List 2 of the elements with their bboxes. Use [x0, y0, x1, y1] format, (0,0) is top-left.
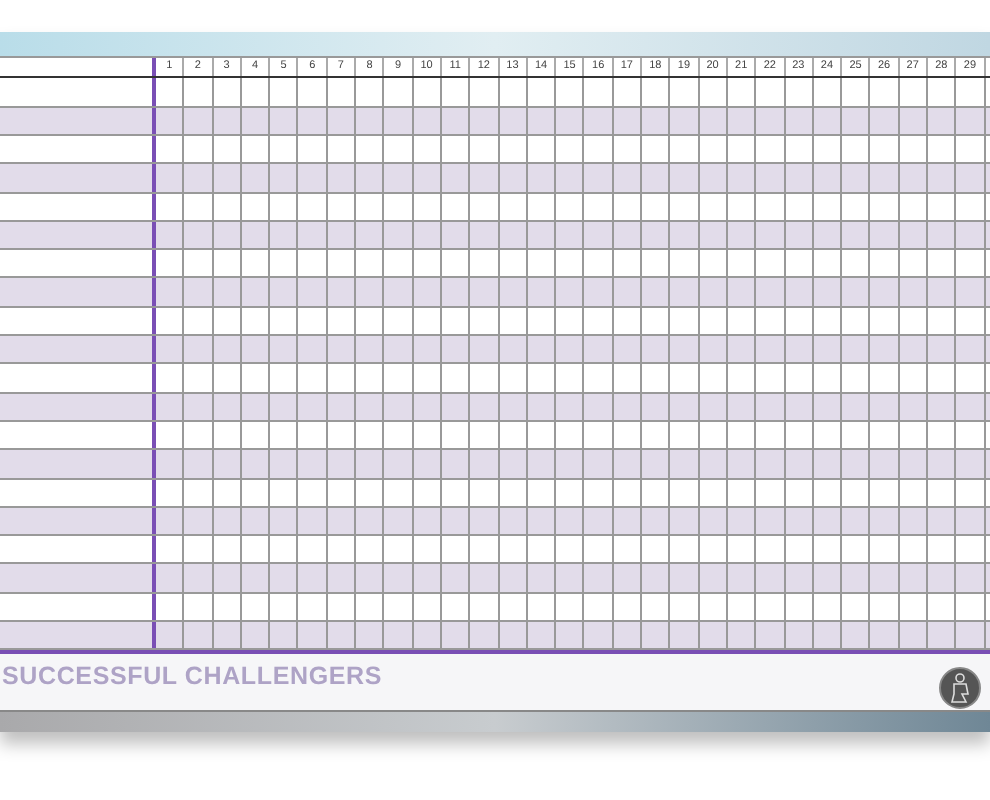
- figure-logo-icon: [938, 666, 982, 711]
- board-title: SUCCESSFUL CHALLENGERS: [2, 660, 382, 695]
